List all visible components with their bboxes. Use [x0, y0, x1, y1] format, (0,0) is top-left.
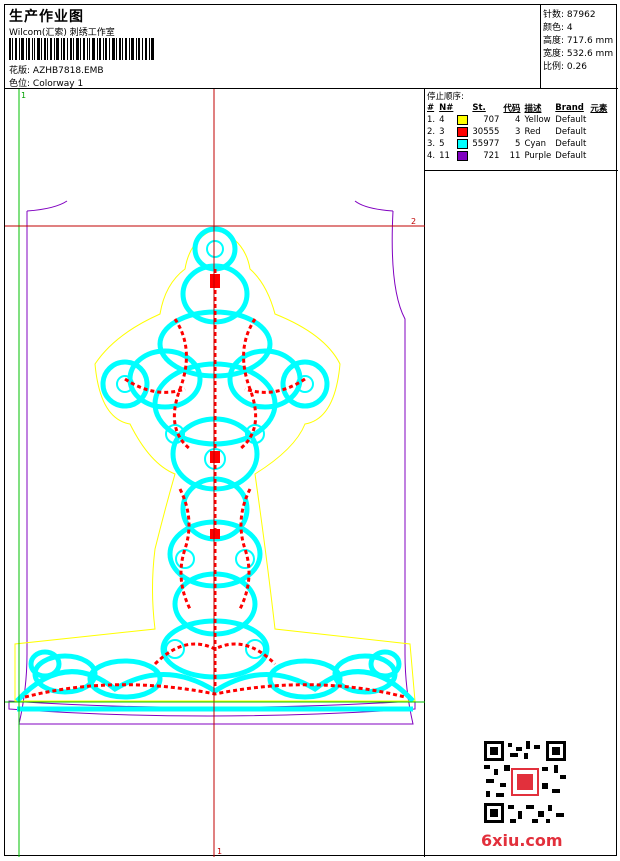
- stop-table-header: # N# St. 代码 描述 Brand 元素: [425, 102, 609, 114]
- marker-two: 2: [411, 217, 417, 226]
- company-name: Wilcom(汇索) 刺绣工作室: [9, 28, 115, 38]
- col-stitches: St.: [472, 103, 486, 113]
- stop-stitches: 55977: [472, 139, 500, 149]
- col-desc: 描述: [524, 104, 542, 114]
- color-swatch-cell: [455, 138, 470, 150]
- stop-row: 3. 5 55977 5 Cyan Default: [425, 138, 609, 150]
- stop-code: 5: [515, 139, 521, 149]
- stop-index: 1.: [427, 115, 436, 125]
- color-swatch-cell: [455, 126, 470, 138]
- production-sheet: 生产作业图 Wilcom(汇索) 刺绣工作室 花版: AZHB7818.EMB …: [4, 4, 618, 857]
- stop-desc: Yellow: [524, 115, 551, 125]
- neck-left: [26, 200, 68, 212]
- spec-height: 高度: 717.6 mm: [543, 36, 614, 46]
- page-title: 生产作业图: [9, 9, 84, 25]
- stop-needle: 5: [439, 139, 445, 149]
- stop-row: 1. 4 707 4 Yellow Default: [425, 114, 609, 126]
- stop-needle: 11: [439, 151, 450, 161]
- stop-table: # N# St. 代码 描述 Brand 元素 1. 4 707 4 Yellow Def…: [425, 102, 609, 162]
- stop-index: 3.: [427, 139, 436, 149]
- spec-panel: 针数: 87962 颜色: 4 高度: 717.6 mm 宽度: 532.6 m…: [541, 5, 618, 89]
- stop-brand: Default: [555, 127, 587, 137]
- colorway-value: Colorway 1: [32, 79, 84, 89]
- stop-stitches: 707: [483, 115, 500, 125]
- stop-needle: 3: [439, 127, 445, 137]
- qr-code-icon: [482, 739, 568, 825]
- stop-desc: Cyan: [524, 139, 546, 149]
- col-n: N#: [439, 103, 454, 113]
- col-code: 代码: [503, 104, 521, 114]
- stop-row: 4. 11 721 11 Purple Default: [425, 150, 609, 162]
- stop-needle: 4: [439, 115, 445, 125]
- color-swatch-cell: [455, 150, 470, 162]
- stop-desc: Purple: [524, 151, 552, 161]
- marker-bottom: 1: [217, 847, 223, 856]
- stop-desc: Red: [524, 127, 541, 137]
- watermark-logo: 6xiu.com: [481, 831, 563, 850]
- stop-index: 4.: [427, 151, 436, 161]
- colorway-label: 色位:: [9, 79, 31, 89]
- stop-code: 11: [509, 151, 521, 161]
- stop-code: 4: [515, 115, 521, 125]
- design-row: 花版: AZHB7818.EMB: [9, 63, 104, 76]
- spec-width: 宽度: 532.6 mm: [543, 49, 614, 59]
- embroidery-preview: [5, 89, 425, 857]
- col-element: 元素: [590, 104, 608, 114]
- barcode-icon: [9, 38, 154, 60]
- stop-stitches: 721: [483, 151, 500, 161]
- design-canvas: 1 2 1: [5, 89, 425, 857]
- marker-one: 1: [21, 91, 27, 100]
- color-swatch: [457, 138, 469, 149]
- stop-brand: Default: [555, 115, 587, 125]
- stop-sequence: 停止顺序: # N# St. 代码 描述 Brand 元素 1. 4 707 4 Yel…: [425, 89, 618, 171]
- stop-row: 2. 3 30555 3 Red Default: [425, 126, 609, 138]
- spec-stitches: 针数: 87962: [543, 10, 596, 20]
- stop-index: 2.: [427, 127, 436, 137]
- design-label: 花版:: [9, 66, 31, 76]
- stop-brand: Default: [555, 151, 587, 161]
- stop-stitches: 30555: [472, 127, 500, 137]
- design-value: AZHB7818.EMB: [32, 66, 104, 76]
- color-swatch-cell: [455, 114, 470, 126]
- stop-sequence-caption: 停止顺序:: [427, 92, 464, 102]
- stop-brand: Default: [555, 139, 587, 149]
- color-swatch: [457, 126, 469, 137]
- header-info: 生产作业图 Wilcom(汇索) 刺绣工作室 花版: AZHB7818.EMB …: [5, 5, 541, 89]
- col-hash: #: [427, 103, 435, 113]
- spec-colors: 颜色: 4: [543, 23, 573, 33]
- spec-scale: 比例: 0.26: [543, 62, 587, 72]
- colorway-row: 色位: Colorway 1: [9, 76, 83, 89]
- stop-code: 3: [515, 127, 521, 137]
- neck-right: [354, 200, 394, 212]
- col-brand: Brand: [555, 103, 584, 113]
- color-swatch: [457, 150, 469, 161]
- color-swatch: [457, 114, 469, 125]
